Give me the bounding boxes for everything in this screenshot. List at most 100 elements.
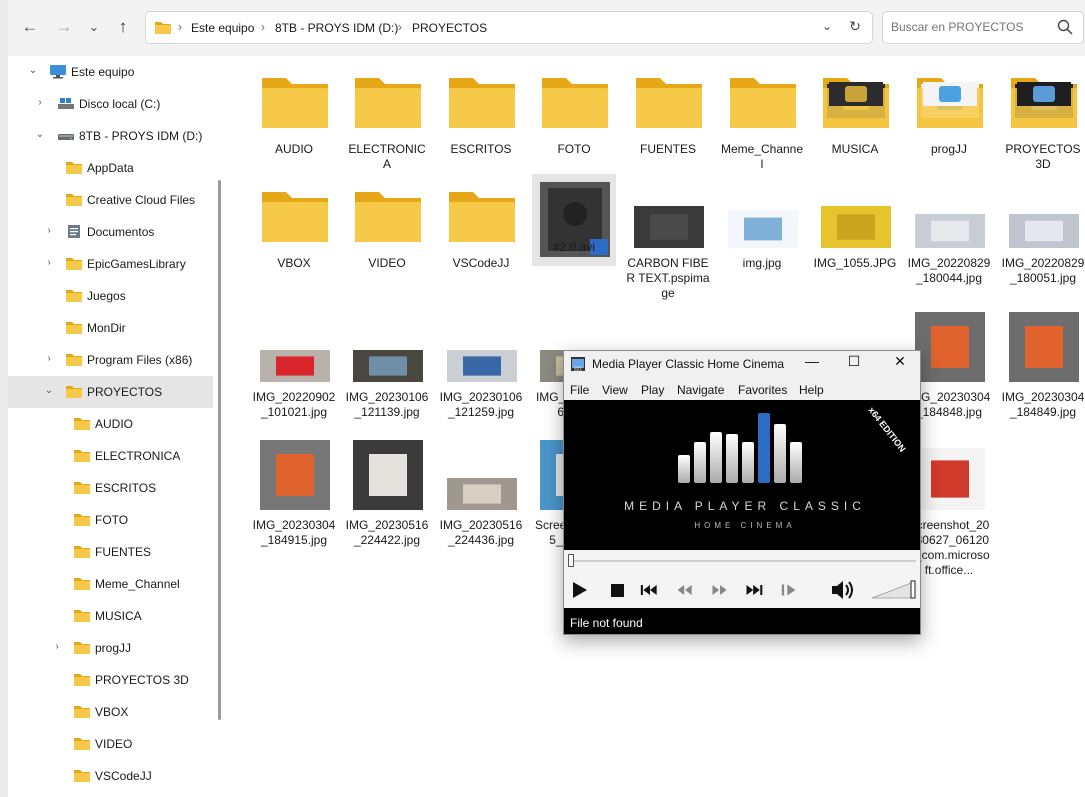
file-item[interactable]: IMG_20220829_180044.jpg xyxy=(907,184,991,285)
file-item[interactable]: PROYECTOS 3D xyxy=(1001,70,1085,171)
sidebar-item[interactable]: AUDIO xyxy=(8,408,213,440)
next-icon[interactable] xyxy=(744,582,764,598)
address-history-dropdown[interactable]: ⌄ xyxy=(818,19,836,37)
file-item[interactable]: ELECTRONICA xyxy=(345,70,429,171)
file-item[interactable]: IMG_20230304_184915.jpg xyxy=(252,440,336,547)
rewind-icon[interactable] xyxy=(675,582,695,598)
file-item[interactable]: CARBON FIBER TEXT.pspimage xyxy=(626,184,710,300)
sidebar-item[interactable]: › Program Files (x86) xyxy=(8,344,213,376)
sidebar-item[interactable]: ELECTRONICA xyxy=(8,440,213,472)
sidebar-item[interactable]: FUENTES xyxy=(8,536,213,568)
volume-slider[interactable] xyxy=(870,578,918,600)
file-item[interactable]: IMG_1055.JPG xyxy=(813,184,897,284)
file-item[interactable]: IMG_20230304_184849.jpg xyxy=(1001,312,1085,419)
media-player-window[interactable]: 321 Media Player Classic Home Cinema — ☐… xyxy=(563,350,921,635)
breadcrumb-proyectos[interactable]: PROYECTOS xyxy=(412,21,487,35)
sidebar-item[interactable]: Meme_Channel xyxy=(8,568,213,600)
video-area[interactable]: MEDIA PLAYER CLASSIC HOME CINEMA x64 EDI… xyxy=(564,400,920,550)
file-item[interactable]: IMG_20230516_224436.jpg xyxy=(439,446,523,547)
file-item[interactable]: AUDIO xyxy=(252,70,336,170)
forward-button[interactable]: → xyxy=(52,15,76,39)
svg-text:MEDIA PLAYER CLASSIC: MEDIA PLAYER CLASSIC xyxy=(624,499,866,513)
search-box[interactable] xyxy=(882,11,1084,44)
file-item[interactable]: Meme_Channel xyxy=(720,70,804,171)
sidebar-item-label: PROYECTOS 3D xyxy=(95,673,189,687)
stop-icon[interactable] xyxy=(608,582,628,598)
file-item[interactable]: IMG_20220829_180051.jpg xyxy=(1001,184,1085,285)
menu-navigate[interactable]: Navigate xyxy=(677,383,724,397)
chevron-right-icon[interactable]: › xyxy=(44,226,54,236)
address-bar[interactable]: › Este equipo › 8TB - PROYS IDM (D:) › P… xyxy=(145,11,873,44)
seek-bar[interactable] xyxy=(564,550,920,572)
file-item[interactable]: #2.0.avi xyxy=(532,174,616,266)
file-item[interactable]: VBOX xyxy=(252,184,336,284)
breadcrumb-drive[interactable]: 8TB - PROYS IDM (D:) xyxy=(275,21,398,35)
play-icon[interactable] xyxy=(570,582,590,598)
file-item[interactable]: IMG_20220902_101021.jpg xyxy=(252,318,336,419)
recent-locations-button[interactable]: ⌄ xyxy=(82,15,106,39)
chevron-right-icon[interactable]: › xyxy=(35,98,45,108)
breadcrumb-este-equipo[interactable]: Este equipo xyxy=(191,21,254,35)
sidebar-item[interactable]: FOTO xyxy=(8,504,213,536)
file-item[interactable]: IMG_20230106_121139.jpg xyxy=(345,318,429,419)
windows-drive-icon xyxy=(57,96,75,111)
navigation-scrollbar[interactable] xyxy=(218,180,221,720)
maximize-button[interactable]: ☐ xyxy=(842,353,866,373)
sidebar-item[interactable]: VIDEO xyxy=(8,728,213,760)
search-icon[interactable] xyxy=(1056,18,1074,36)
sidebar-item[interactable]: ESCRITOS xyxy=(8,472,213,504)
sidebar-item-label: Juegos xyxy=(87,289,126,303)
sidebar-item[interactable]: VSCodeJJ xyxy=(8,760,213,792)
sidebar-item[interactable]: VBOX xyxy=(8,696,213,728)
file-item[interactable]: progJJ xyxy=(907,70,991,170)
sidebar-item[interactable]: › Documentos xyxy=(8,216,213,248)
chevron-down-icon[interactable]: ⌄ xyxy=(44,386,54,396)
chevron-down-icon[interactable]: ⌄ xyxy=(35,130,45,140)
menu-help[interactable]: Help xyxy=(799,383,824,397)
sidebar-item[interactable]: MonDir xyxy=(8,312,213,344)
sidebar-item[interactable]: AppData xyxy=(8,152,213,184)
sidebar-item[interactable]: › progJJ xyxy=(8,632,213,664)
sidebar-item[interactable]: ⌄ PROYECTOS xyxy=(8,376,213,408)
file-item[interactable]: VSCodeJJ xyxy=(439,184,523,284)
mpc-logo: MEDIA PLAYER CLASSIC HOME CINEMA x64 EDI… xyxy=(624,405,907,530)
refresh-icon[interactable]: ↻ xyxy=(846,18,864,36)
sidebar-item[interactable]: PROYECTOS 3D xyxy=(8,664,213,696)
chevron-right-icon[interactable]: › xyxy=(44,354,54,364)
fast-forward-icon[interactable] xyxy=(710,582,730,598)
file-item[interactable]: FOTO xyxy=(532,70,616,170)
folder-icon xyxy=(65,288,83,303)
menu-view[interactable]: View xyxy=(602,383,628,397)
sidebar-item[interactable]: ⌄ Este equipo xyxy=(8,56,213,88)
file-item[interactable]: ESCRITOS xyxy=(439,70,523,170)
menu-favorites[interactable]: Favorites xyxy=(738,383,787,397)
minimize-button[interactable]: — xyxy=(800,353,824,373)
up-button[interactable]: ↑ xyxy=(111,15,135,39)
seek-thumb[interactable] xyxy=(568,554,574,567)
frame-step-icon[interactable] xyxy=(780,582,800,598)
sidebar-item[interactable]: Creative Cloud Files xyxy=(8,184,213,216)
menu-file[interactable]: File xyxy=(570,383,589,397)
file-item[interactable]: IMG_20230516_224422.jpg xyxy=(345,440,429,547)
volume-icon[interactable] xyxy=(830,579,858,601)
image-thumbnail xyxy=(915,214,985,248)
sidebar-item[interactable]: › EpicGamesLibrary xyxy=(8,248,213,280)
file-item[interactable]: IMG_20230106_121259.jpg xyxy=(439,318,523,419)
chevron-right-icon[interactable]: › xyxy=(44,258,54,268)
file-item[interactable]: img.jpg xyxy=(720,184,804,284)
chevron-right-icon[interactable]: › xyxy=(52,642,62,652)
file-item[interactable]: VIDEO xyxy=(345,184,429,284)
sidebar-item[interactable]: › Disco local (C:) xyxy=(8,88,213,120)
sidebar-item[interactable]: ⌄ 8TB - PROYS IDM (D:) xyxy=(8,120,213,152)
sidebar-item[interactable]: Juegos xyxy=(8,280,213,312)
previous-icon[interactable] xyxy=(640,582,660,598)
chevron-down-icon[interactable]: ⌄ xyxy=(28,66,38,76)
back-button[interactable]: ← xyxy=(18,15,42,39)
menu-play[interactable]: Play xyxy=(641,383,664,397)
folder-icon xyxy=(449,78,515,128)
file-item[interactable]: FUENTES xyxy=(626,70,710,170)
search-input[interactable] xyxy=(891,20,1051,34)
close-button[interactable]: ✕ xyxy=(888,353,912,373)
file-item[interactable]: MUSICA xyxy=(813,70,897,170)
sidebar-item[interactable]: MUSICA xyxy=(8,600,213,632)
